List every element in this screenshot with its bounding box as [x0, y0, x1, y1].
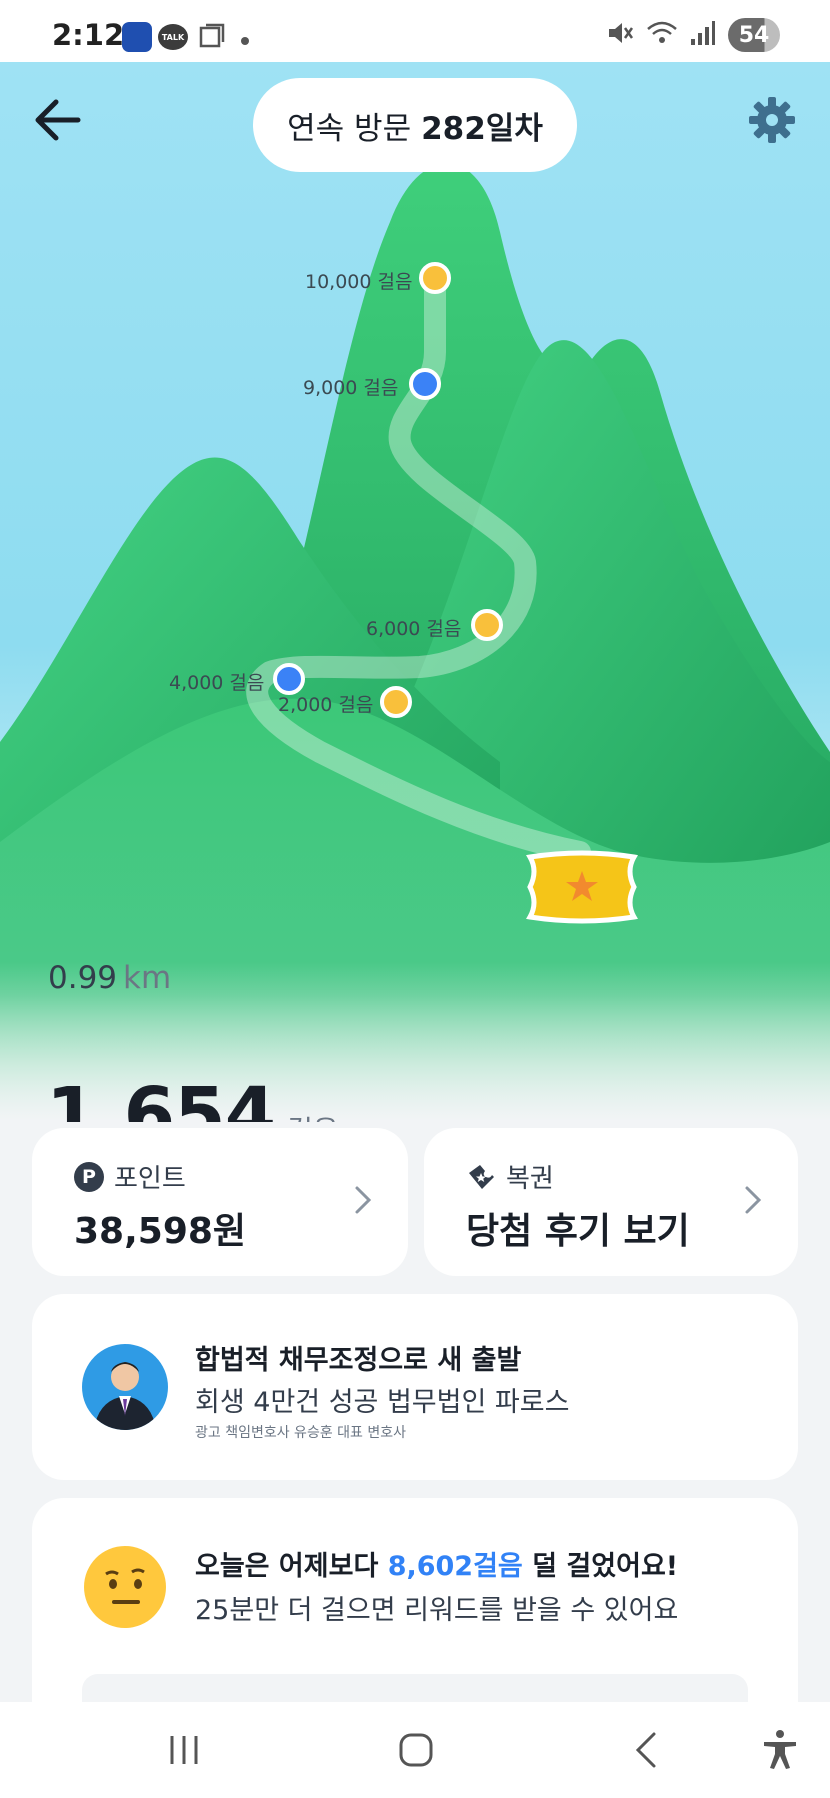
lottery-value: 당첨 후기 보기: [466, 1211, 690, 1252]
wifi-icon: [646, 19, 678, 51]
ad-avatar: [82, 1344, 168, 1430]
ad-disclaimer: 광고 책임변호사 유승훈 대표 변호사: [195, 1425, 406, 1441]
milestone-label-4000: 4,000 걸음: [169, 672, 265, 694]
compare-title-suffix: 덜 걸었어요!: [532, 1551, 679, 1582]
distance-value: 0.99: [48, 960, 118, 996]
ticket-icon[interactable]: [520, 849, 644, 925]
signal-icon: [690, 19, 716, 51]
milestone-label-10000: 10,000 걸음: [305, 271, 413, 293]
compare-step-diff: 8,602걸음: [387, 1551, 523, 1582]
step-count: 1,654 걸음: [46, 1072, 339, 1122]
ad-subtitle: 회생 4만건 성공 법무법인 파로스: [195, 1387, 570, 1418]
points-title: 포인트: [114, 1164, 186, 1194]
milestone-dot-10000: [419, 262, 451, 294]
thinking-face-icon: [84, 1546, 166, 1628]
gear-icon: [749, 97, 795, 143]
points-icon: P: [74, 1161, 104, 1192]
milestone-dot-6000: [471, 609, 503, 641]
lottery-title: 복권: [506, 1164, 554, 1194]
milestone-dot-2000: [380, 686, 412, 718]
ad-title: 합법적 채무조정으로 새 출발: [195, 1345, 522, 1376]
lottery-card[interactable]: 복권 당첨 후기 보기: [424, 1128, 798, 1276]
dot-icon: [241, 37, 249, 45]
streak-value: 282일차: [421, 110, 543, 147]
settings-button[interactable]: [744, 92, 800, 148]
mountain-hero: 10,000 걸음 9,000 걸음 6,000 걸음 4,000 걸음 2,0…: [0, 62, 830, 1122]
points-header: P 포인트: [74, 1158, 186, 1195]
milestone-dot-9000: [409, 368, 441, 400]
compare-title-prefix: 오늘은 어제보다: [195, 1551, 379, 1582]
chevron-right-icon: [745, 1186, 762, 1214]
recent-apps-icon: [170, 1736, 198, 1764]
lottery-header: 복권: [466, 1158, 554, 1195]
milestone-label-6000: 6,000 걸음: [366, 618, 462, 640]
app-badge-icon: [122, 22, 152, 52]
chevron-left-icon: [635, 1732, 656, 1768]
distance-readout: 0.99 km: [48, 960, 171, 996]
milestone-label-9000: 9,000 걸음: [303, 377, 399, 399]
recent-apps-button[interactable]: [162, 1728, 206, 1772]
streak-badge: 연속 방문 282일차: [253, 78, 577, 172]
copy-icon: [198, 22, 226, 54]
arrow-left-icon: [35, 99, 81, 141]
kakaotalk-icon: TALK: [158, 24, 188, 50]
home-icon: [399, 1733, 433, 1767]
accessibility-icon: [764, 1730, 796, 1769]
milestone-dot-4000: [273, 663, 305, 695]
status-time: 2:12: [52, 18, 125, 52]
system-back-button[interactable]: [626, 1728, 670, 1772]
compare-title: 오늘은 어제보다 8,602걸음 덜 걸었어요!: [195, 1544, 678, 1583]
points-value: 38,598원: [74, 1211, 247, 1252]
distance-unit: km: [123, 960, 172, 996]
step-count-unit: 걸음: [287, 1109, 339, 1122]
compare-subtitle: 25분만 더 걸으면 리워드를 받을 수 있어요: [195, 1595, 679, 1626]
milestone-label-2000: 2,000 걸음: [278, 694, 374, 716]
system-nav-bar: [0, 1702, 830, 1798]
step-count-value: 1,654: [46, 1072, 276, 1122]
chevron-right-icon: [355, 1186, 372, 1214]
lottery-ticket-icon: [469, 1164, 494, 1189]
ad-card[interactable]: 합법적 채무조정으로 새 출발 회생 4만건 성공 법무법인 파로스 광고 책임…: [32, 1294, 798, 1480]
home-button[interactable]: [394, 1728, 438, 1772]
battery-icon: 54: [728, 18, 780, 52]
back-button[interactable]: [30, 92, 86, 148]
status-bar: 2:12 TALK 54: [0, 0, 830, 62]
points-card[interactable]: P 포인트 38,598원: [32, 1128, 408, 1276]
mute-icon: [606, 19, 634, 51]
accessibility-button[interactable]: [758, 1728, 802, 1772]
streak-prefix: 연속 방문: [287, 110, 412, 147]
